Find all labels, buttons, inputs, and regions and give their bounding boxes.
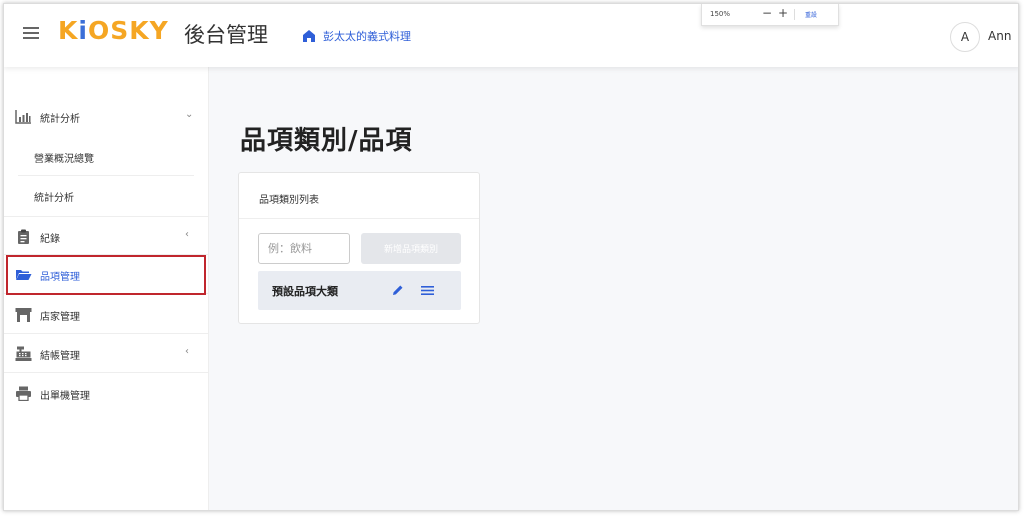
drag-handle-icon[interactable] <box>421 285 434 296</box>
home-icon <box>303 30 315 42</box>
add-category-button[interactable]: 新增品項類別 <box>361 233 461 264</box>
hamburger-menu-icon[interactable] <box>23 27 39 39</box>
pencil-icon[interactable] <box>392 284 404 296</box>
category-name: 預設品項大類 <box>272 285 338 298</box>
store-link[interactable]: 彭太太的義式料理 <box>302 28 411 44</box>
printer-icon <box>15 386 32 401</box>
sidebar-item-label: 品項管理 <box>40 272 80 283</box>
sidebar-subitem-business-overview[interactable]: 營業概況總覽 <box>4 137 209 176</box>
category-list-card: 品項類別列表 新增品項類別 預設品項大類 <box>238 172 480 324</box>
chevron-down-icon: ⌄ <box>185 109 194 120</box>
sidebar-item-store-management[interactable]: 店家管理 <box>4 295 209 334</box>
sidebar-item-items-management[interactable]: 品項管理 <box>4 255 209 294</box>
sidebar-item-label: 店家管理 <box>40 312 80 323</box>
storefront-icon <box>15 307 32 322</box>
store-name: 彭太太的義式料理 <box>323 30 411 43</box>
chevron-left-icon: ‹ <box>185 229 189 240</box>
sidebar-item-label: 統計分析 <box>34 193 74 204</box>
clipboard-icon <box>15 229 32 244</box>
bar-chart-icon <box>15 109 32 124</box>
sidebar-item-label: 出單機管理 <box>40 391 90 402</box>
zoom-out-button[interactable]: − <box>762 6 772 20</box>
user-avatar[interactable]: A <box>950 22 980 52</box>
top-header: KiOSKY 後台管理 彭太太的義式料理 150% − + 重設 A Ann <box>4 4 1018 67</box>
chevron-left-icon: ‹ <box>185 346 189 357</box>
sidebar-subitem-statistics[interactable]: 統計分析 <box>4 176 209 215</box>
sidebar: 統計分析 ⌄ 營業概況總覽 統計分析 紀錄 ‹ 品項管理 店家管理 結帳管理 ‹… <box>4 67 209 510</box>
sidebar-item-label: 營業概況總覽 <box>34 154 94 165</box>
sidebar-item-label: 結帳管理 <box>40 351 80 362</box>
kiosky-logo[interactable]: KiOSKY <box>58 16 169 45</box>
sidebar-item-label: 統計分析 <box>40 114 80 125</box>
sidebar-item-label: 紀錄 <box>40 234 60 245</box>
sidebar-item-records[interactable]: 紀錄 ‹ <box>4 216 209 255</box>
cash-register-icon <box>15 346 32 361</box>
app-title: 後台管理 <box>184 23 268 47</box>
card-header: 品項類別列表 <box>239 173 479 219</box>
page-title: 品項類別/品項 <box>240 126 413 156</box>
user-name[interactable]: Ann <box>988 29 1011 43</box>
folder-open-icon <box>15 267 32 282</box>
app-window: KiOSKY 後台管理 彭太太的義式料理 150% − + 重設 A Ann 統… <box>3 3 1019 511</box>
category-name-input[interactable] <box>258 233 350 264</box>
zoom-in-button[interactable]: + <box>778 6 788 20</box>
zoom-reset-button[interactable]: 重設 <box>805 10 817 19</box>
sidebar-item-statistics[interactable]: 統計分析 ⌄ <box>4 97 209 136</box>
zoom-level: 150% <box>710 10 731 18</box>
category-row[interactable]: 預設品項大類 <box>258 271 461 310</box>
card-title: 品項類別列表 <box>259 195 319 206</box>
sidebar-item-checkout-management[interactable]: 結帳管理 ‹ <box>4 334 209 373</box>
zoom-divider <box>794 9 795 20</box>
sidebar-item-printer-management[interactable]: 出單機管理 <box>4 374 209 413</box>
zoom-popup: 150% − + 重設 <box>701 4 839 26</box>
